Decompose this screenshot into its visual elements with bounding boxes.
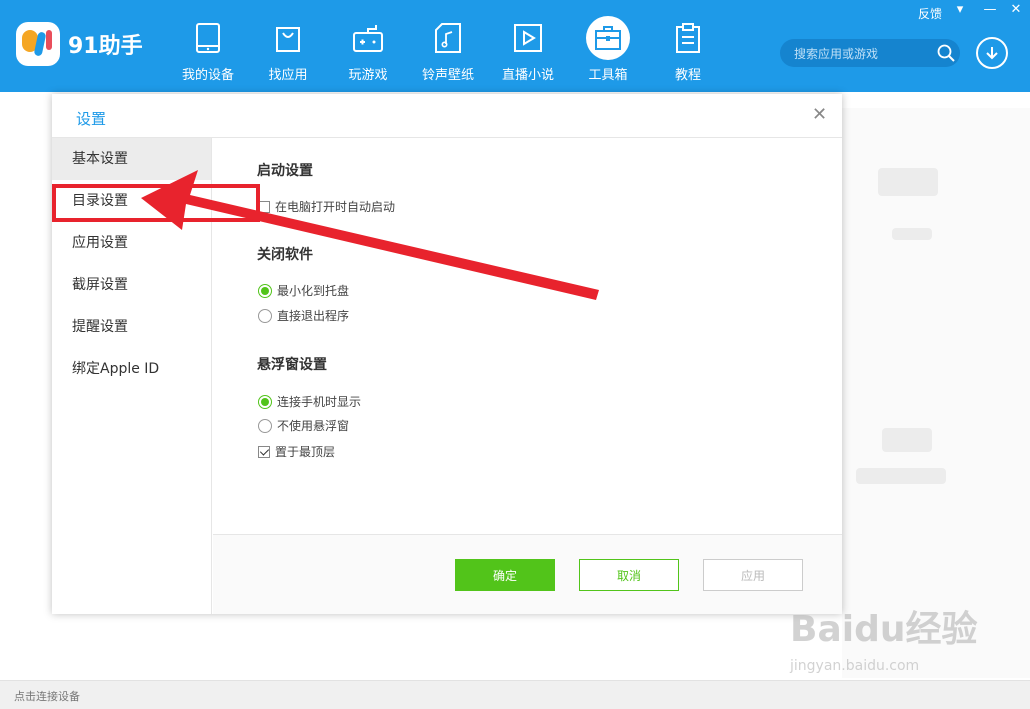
close-window-icon[interactable]: ✕: [1006, 2, 1026, 17]
auto-start-checkbox[interactable]: 在电脑打开时自动启动: [258, 198, 395, 215]
show-on-connect-radio[interactable]: 连接手机时显示: [258, 393, 361, 410]
minimize-icon[interactable]: —: [980, 2, 1000, 17]
play-icon: [508, 18, 548, 58]
nav-live-novels[interactable]: 直播小说: [488, 0, 568, 92]
settings-content: 启动设置 在电脑打开时自动启动 关闭软件 最小化到托盘 直接退出程序 悬浮窗设置…: [213, 138, 842, 534]
music-file-icon: [428, 18, 468, 58]
tablet-icon: [188, 18, 228, 58]
option-label: 不使用悬浮窗: [277, 419, 350, 433]
cancel-button[interactable]: 取消: [579, 559, 679, 591]
search-icon[interactable]: [932, 39, 960, 67]
status-text[interactable]: 点击连接设备: [14, 688, 80, 704]
option-label: 直接退出程序: [277, 309, 350, 323]
dialog-footer: 确定 取消 应用: [213, 534, 842, 614]
nav-label: 铃声壁纸: [421, 68, 474, 83]
radio-selected[interactable]: [258, 283, 272, 298]
nav-label: 玩游戏: [348, 68, 388, 83]
clipboard-icon: [668, 18, 708, 58]
nav-games[interactable]: 玩游戏: [328, 0, 408, 92]
ok-button[interactable]: 确定: [455, 559, 555, 591]
section-title-startup: 启动设置: [257, 163, 313, 179]
exit-program-radio[interactable]: 直接退出程序: [258, 307, 349, 324]
apply-button[interactable]: 应用: [703, 559, 803, 591]
logo-icon: [16, 22, 60, 66]
nav-label: 我的设备: [181, 68, 234, 83]
checkbox-checked[interactable]: [258, 445, 270, 458]
section-title-float: 悬浮窗设置: [257, 357, 327, 373]
nav-find-apps[interactable]: 找应用: [248, 0, 328, 92]
dropdown-menu-icon[interactable]: ▾: [950, 2, 970, 17]
main-nav: 我的设备 找应用 玩游戏 铃声壁纸 直播小说 工具箱 教程: [168, 0, 728, 92]
gamepad-icon: [348, 18, 388, 58]
watermark-url: jingyan.baidu.com: [790, 658, 920, 674]
sidebar-item-apple-id[interactable]: 绑定Apple ID: [52, 348, 211, 390]
sidebar-item-apps[interactable]: 应用设置: [52, 222, 211, 264]
nav-label: 教程: [674, 68, 701, 83]
sidebar-item-screenshot[interactable]: 截屏设置: [52, 264, 211, 306]
download-icon[interactable]: [976, 37, 1008, 69]
option-label: 在电脑打开时自动启动: [275, 200, 396, 214]
option-label: 最小化到托盘: [277, 284, 350, 298]
search-box[interactable]: 搜索应用或游戏: [780, 39, 960, 67]
feedback-link[interactable]: 反馈: [918, 5, 942, 22]
toolbox-icon: [586, 16, 630, 60]
nav-label: 找应用: [268, 68, 308, 83]
dialog-title: 设置: [76, 110, 107, 128]
shopping-bag-icon: [268, 18, 308, 58]
logo-text: 91助手: [68, 34, 143, 59]
settings-dialog: 设置 ✕ 基本设置 目录设置 应用设置 截屏设置 提醒设置 绑定Apple ID…: [52, 94, 842, 614]
always-on-top-checkbox[interactable]: 置于最顶层: [258, 443, 335, 460]
search-input[interactable]: 搜索应用或游戏: [794, 45, 932, 62]
nav-toolbox[interactable]: 工具箱: [568, 0, 648, 92]
background-panel: [842, 108, 1030, 678]
nav-label: 工具箱: [588, 68, 628, 83]
nav-tutorials[interactable]: 教程: [648, 0, 728, 92]
nav-ringtones[interactable]: 铃声壁纸: [408, 0, 488, 92]
status-bar: 点击连接设备: [0, 680, 1030, 709]
radio-unselected[interactable]: [258, 418, 272, 433]
app-logo: 91助手: [16, 22, 143, 66]
sidebar-item-reminders[interactable]: 提醒设置: [52, 306, 211, 348]
nav-my-device[interactable]: 我的设备: [168, 0, 248, 92]
highlight-box: [52, 184, 260, 222]
watermark-logo: Baidu经验: [790, 609, 978, 650]
section-title-close: 关闭软件: [257, 247, 313, 263]
radio-selected[interactable]: [258, 394, 272, 409]
radio-unselected[interactable]: [258, 308, 272, 323]
close-icon[interactable]: ✕: [812, 104, 827, 125]
option-label: 连接手机时显示: [277, 395, 362, 409]
top-bar: 91助手 我的设备 找应用 玩游戏 铃声壁纸 直播小说 工具箱 教程 反馈 ▾ …: [0, 0, 1030, 92]
nav-label: 直播小说: [501, 68, 554, 83]
sidebar-item-basic[interactable]: 基本设置: [52, 138, 211, 180]
no-float-window-radio[interactable]: 不使用悬浮窗: [258, 417, 349, 434]
option-label: 置于最顶层: [275, 445, 336, 459]
minimize-to-tray-radio[interactable]: 最小化到托盘: [258, 282, 349, 299]
